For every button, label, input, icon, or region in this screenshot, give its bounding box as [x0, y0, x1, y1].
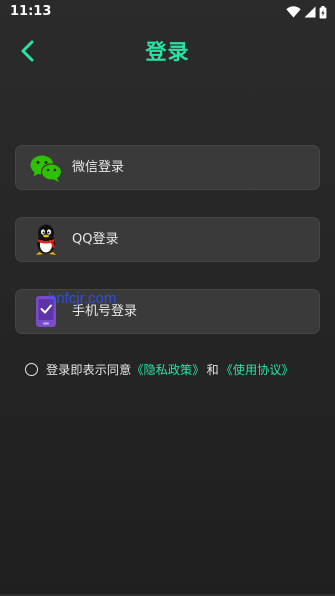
user-agreement-link[interactable]: 《使用协议》 — [221, 360, 294, 378]
signal-icon — [304, 6, 316, 18]
wechat-login-label: 微信登录 — [72, 160, 125, 175]
qq-penguin-icon — [29, 223, 63, 257]
status-bar: 11:13 — [0, 0, 335, 24]
agreement-and: 和 — [206, 363, 219, 377]
wechat-icon — [29, 151, 63, 185]
qq-login-label: QQ登录 — [72, 232, 119, 247]
privacy-policy-link[interactable]: 《隐私政策》 — [131, 360, 204, 378]
phone-login-button[interactable]: 手机号登录 — [15, 289, 320, 334]
phone-login-label: 手机号登录 — [72, 304, 138, 319]
status-time: 11:13 — [10, 4, 52, 19]
page-title: 登录 — [145, 40, 190, 64]
status-icons — [286, 3, 327, 21]
phone-icon — [29, 295, 63, 329]
agreement-row: 登录即表示同意 《隐私政策》 和 《使用协议》 — [25, 360, 294, 378]
agreement-prefix: 登录即表示同意 — [46, 363, 132, 377]
wechat-login-button[interactable]: 微信登录 — [15, 145, 320, 190]
agree-radio-button[interactable] — [25, 362, 38, 376]
qq-login-button[interactable]: QQ登录 — [15, 217, 320, 262]
wifi-icon — [286, 6, 301, 18]
battery-icon — [319, 5, 327, 19]
